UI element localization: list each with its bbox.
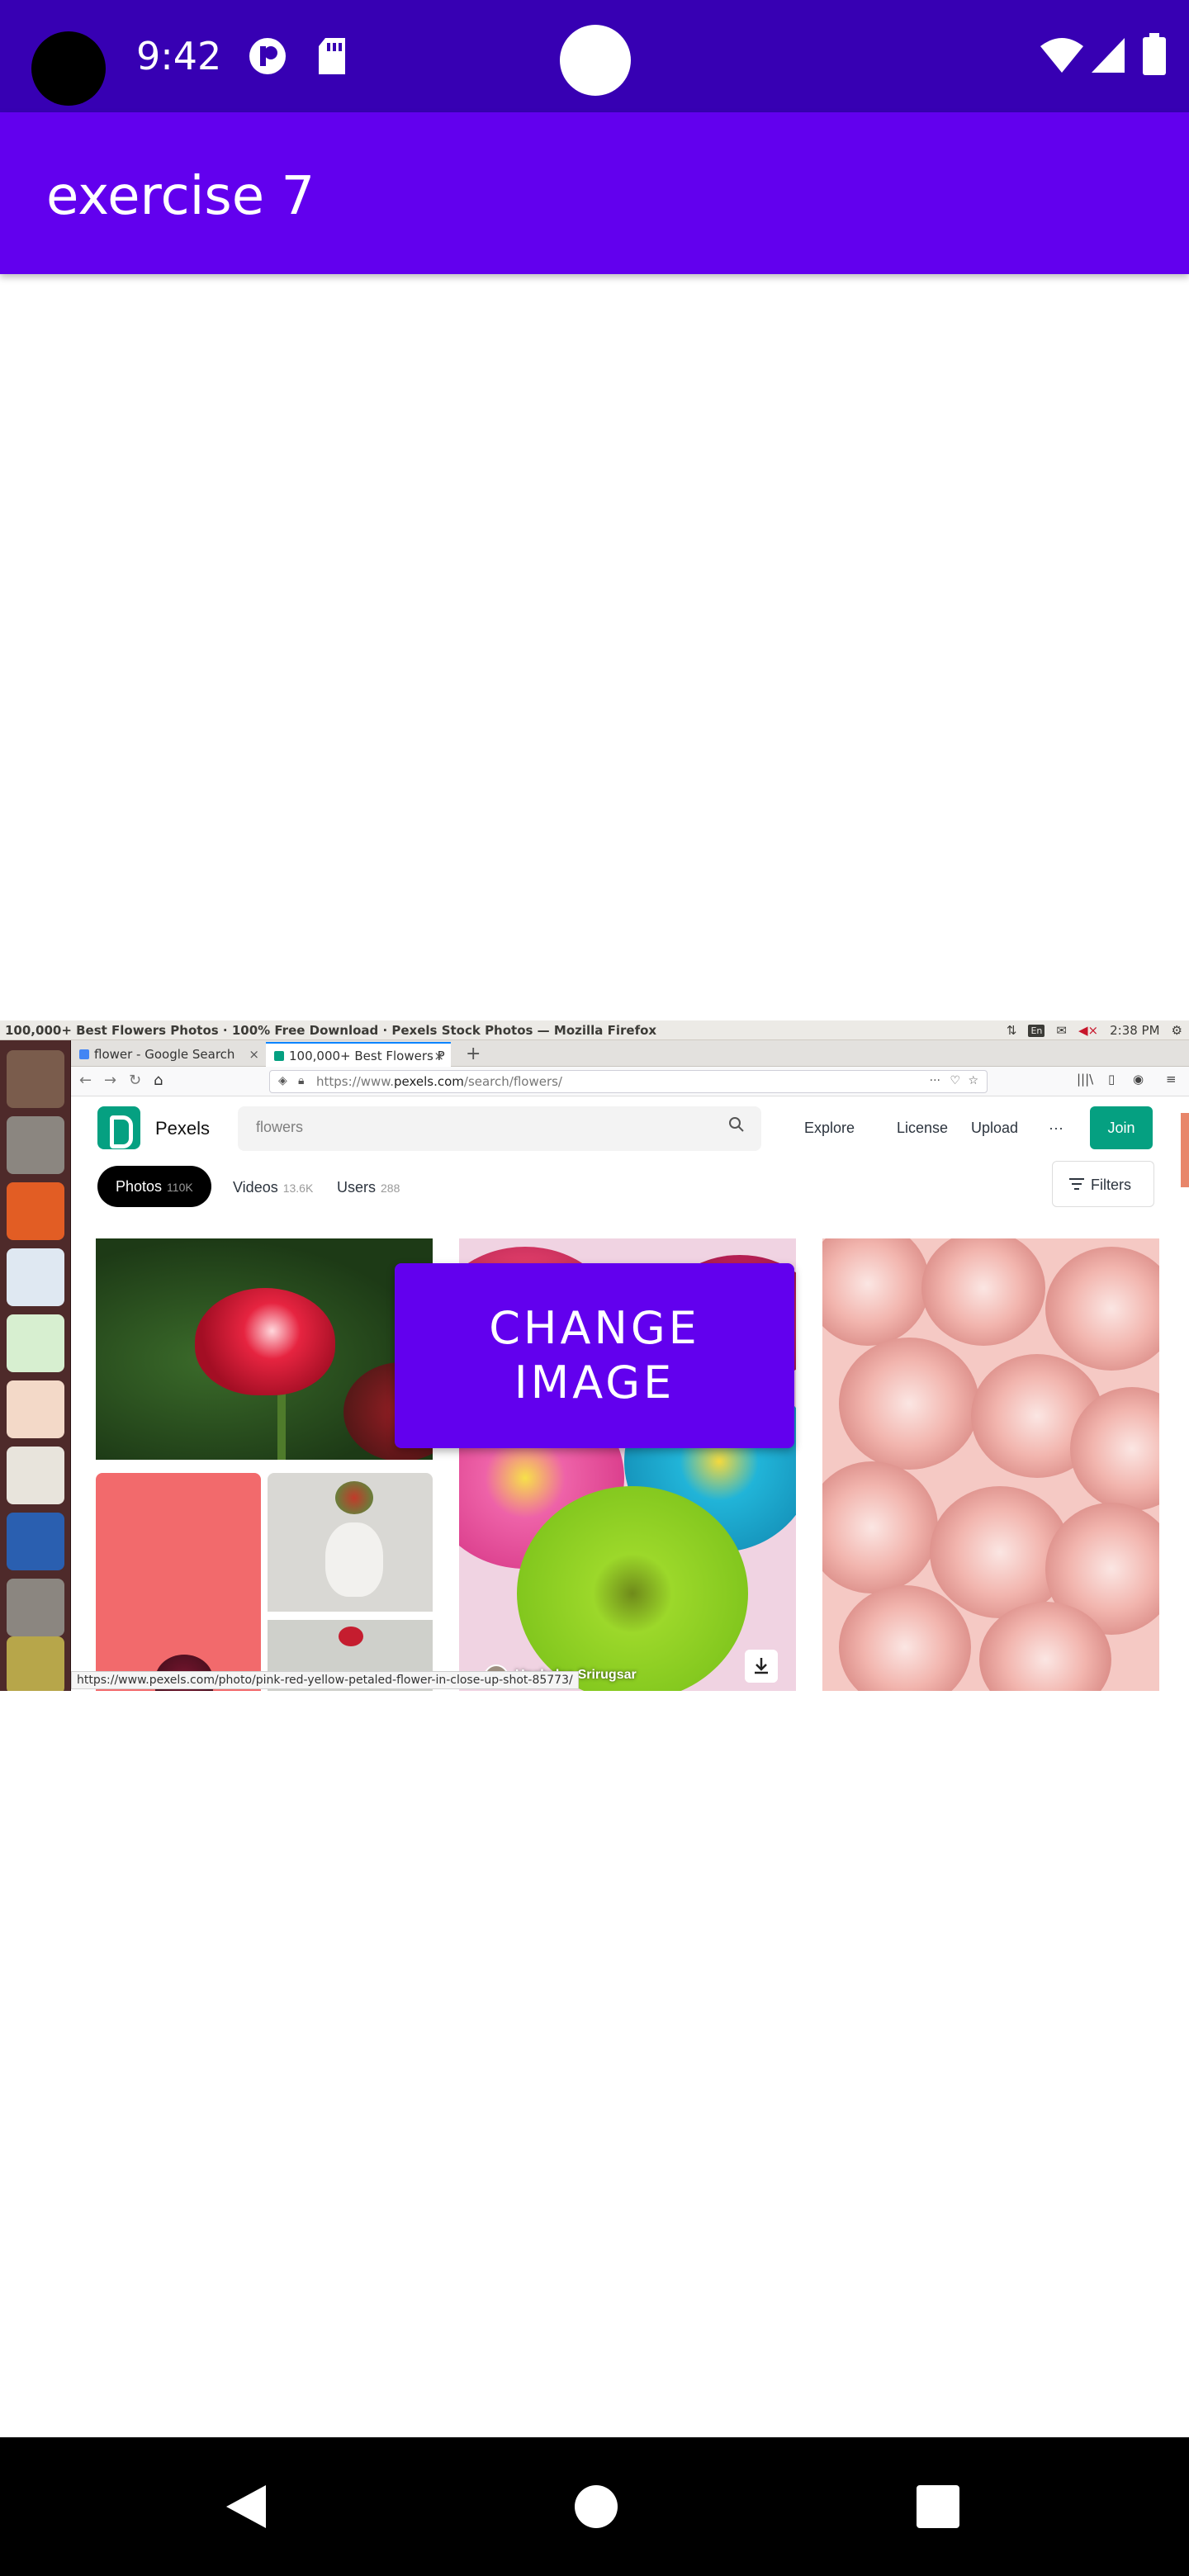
mail-icon: ✉ — [1056, 1023, 1067, 1038]
clock: 2:38 PM — [1110, 1023, 1160, 1038]
software-center-icon — [7, 1513, 64, 1570]
back-icon[interactable] — [223, 2482, 269, 2531]
notification-icon — [249, 38, 286, 74]
scrollbar — [1181, 1113, 1189, 1187]
network-icon: ⇅ — [1006, 1023, 1017, 1038]
url-bar: ◈ 🔒︎ https://www.pexels.com/search/flowe… — [269, 1070, 988, 1093]
bookmark-star-icon: ☆ — [968, 1074, 978, 1087]
photo-bust-planter — [268, 1473, 433, 1612]
calc-icon — [7, 1314, 64, 1372]
status-bar: 9:42 — [0, 0, 1189, 112]
status-time: 9:42 — [136, 34, 222, 78]
tab-google-search: flower - Google Search × — [71, 1042, 266, 1067]
writer-icon — [7, 1248, 64, 1306]
cell-signal-icon — [1092, 38, 1125, 73]
back-arrow-icon: ← — [79, 1072, 92, 1089]
tab-strip: flower - Google Search × 100,000+ Best F… — [71, 1040, 1189, 1067]
tab-videos: Videos 13.6K — [233, 1179, 314, 1196]
navigation-bar — [0, 2437, 1189, 2576]
sidebar-icon: ▯ — [1108, 1072, 1116, 1087]
home-icon: ⌂ — [154, 1072, 163, 1089]
tab-users: Users 288 — [337, 1179, 400, 1196]
lock-icon: 🔒︎ — [298, 1074, 305, 1087]
filters-button: Filters — [1052, 1161, 1154, 1207]
page-actions-icon: ··· — [929, 1074, 940, 1087]
amazon-icon — [7, 1447, 64, 1504]
download-icon — [745, 1650, 778, 1683]
wifi-icon — [1040, 38, 1083, 73]
link-status-url: https://www.pexels.com/photo/pink-red-ye… — [71, 1671, 579, 1689]
menu-icon: ≡ — [1166, 1072, 1177, 1087]
tab-pexels: 100,000+ Best Flowers P × — [266, 1042, 451, 1067]
ubuntu-top-bar: 100,000+ Best Flowers Photos · 100% Free… — [0, 1020, 1189, 1040]
pocket-icon: ♡ — [950, 1074, 960, 1087]
new-tab-icon: + — [466, 1044, 481, 1064]
settings-gear-icon: ⚙ — [1171, 1023, 1182, 1038]
library-icon: |||\ — [1077, 1072, 1094, 1087]
google-favicon — [79, 1049, 89, 1059]
search-icon — [729, 1117, 744, 1132]
change-image-button[interactable]: CHANGE IMAGE — [395, 1263, 794, 1448]
close-tab-icon: × — [249, 1047, 259, 1062]
ubuntu-launcher — [0, 1040, 71, 1691]
close-tab-icon: × — [433, 1049, 444, 1063]
nav-more: ··· — [1049, 1120, 1063, 1136]
account-icon: ◉ — [1133, 1072, 1144, 1087]
system-tray: ⇅ En ✉ ◀× 2:38 PM ⚙ — [1007, 1023, 1182, 1038]
screenshot-icon — [7, 1636, 64, 1691]
keyboard-layout: En — [1028, 1024, 1045, 1037]
nav-license: License — [897, 1120, 949, 1136]
home-button[interactable] — [575, 2485, 618, 2528]
nav-upload: Upload — [971, 1120, 1019, 1136]
shield-icon: ◈ — [278, 1074, 287, 1087]
battery-icon — [1143, 33, 1166, 75]
photo-pink-backdrop — [96, 1473, 261, 1691]
photo-pink-ranunculus — [822, 1238, 1159, 1691]
nav-toolbar: ← → ↻ ⌂ ◈ 🔒︎ https://www.pexels.com/sear… — [71, 1067, 1189, 1096]
pexels-logo-icon — [97, 1106, 140, 1149]
files-icon — [7, 1116, 64, 1174]
firefox-icon — [7, 1182, 64, 1240]
join-button: Join — [1090, 1106, 1153, 1149]
pexels-favicon — [274, 1051, 284, 1061]
camera-indicator-dot — [560, 25, 631, 96]
photo-red-rose — [96, 1238, 433, 1460]
drive-icon — [7, 1579, 64, 1636]
pexels-brand: Pexels — [155, 1118, 211, 1139]
app-bar: exercise 7 — [0, 112, 1189, 274]
app-title: exercise 7 — [46, 166, 315, 227]
reload-icon: ↻ — [129, 1072, 142, 1089]
pexels-search-field: flowers — [238, 1106, 761, 1151]
camera-cutout — [31, 31, 106, 106]
impress-icon — [7, 1380, 64, 1438]
recents-button[interactable] — [917, 2485, 959, 2528]
ubuntu-dash-icon — [7, 1050, 64, 1108]
nav-explore: Explore — [804, 1120, 855, 1136]
filter-icon — [1069, 1178, 1084, 1190]
tab-photos: Photos 110K — [97, 1166, 211, 1207]
window-title: 100,000+ Best Flowers Photos · 100% Free… — [5, 1023, 657, 1038]
forward-arrow-icon: → — [104, 1072, 117, 1089]
volume-muted-icon: ◀× — [1078, 1023, 1099, 1038]
sd-card-icon — [319, 38, 345, 74]
